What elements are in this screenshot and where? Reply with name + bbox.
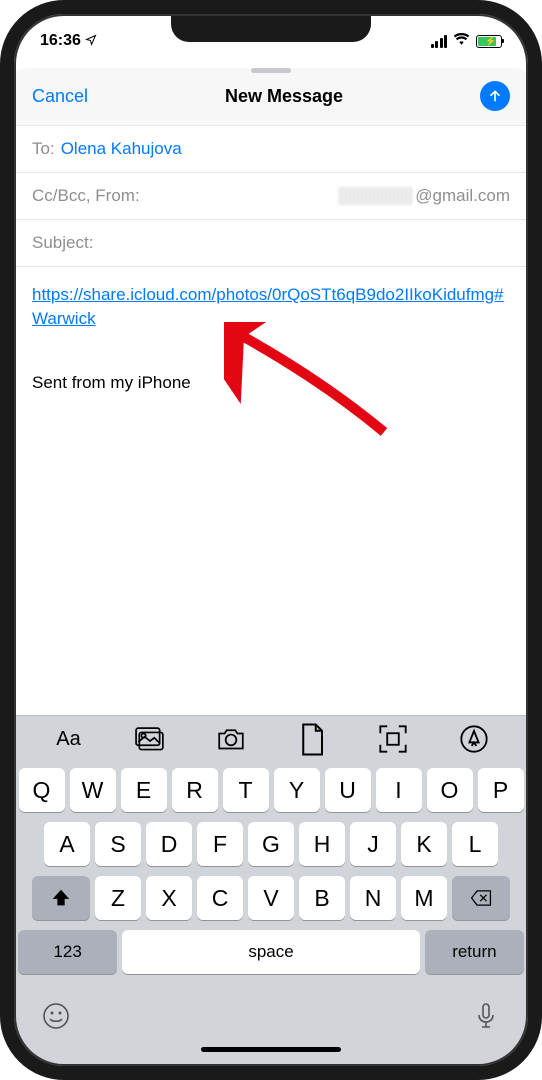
- key-u[interactable]: U: [325, 768, 371, 812]
- camera-icon[interactable]: [216, 726, 246, 752]
- key-g[interactable]: G: [248, 822, 294, 866]
- compose-sheet: Cancel New Message To: Olena Kahujova Cc…: [14, 68, 528, 547]
- ccbcc-from-label: Cc/Bcc, From:: [32, 186, 140, 206]
- key-h[interactable]: H: [299, 822, 345, 866]
- key-f[interactable]: F: [197, 822, 243, 866]
- from-suffix: @gmail.com: [415, 186, 510, 206]
- key-p[interactable]: P: [478, 768, 524, 812]
- keyboard-row-3: Z X C V B N M: [18, 876, 524, 920]
- key-z[interactable]: Z: [95, 876, 141, 920]
- send-button[interactable]: [480, 81, 510, 111]
- document-icon[interactable]: [297, 726, 327, 752]
- markup-icon[interactable]: [459, 726, 489, 752]
- to-label: To:: [32, 139, 55, 159]
- key-n[interactable]: N: [350, 876, 396, 920]
- backspace-key[interactable]: [452, 876, 510, 920]
- nav-header: Cancel New Message: [14, 73, 528, 126]
- key-q[interactable]: Q: [19, 768, 65, 812]
- to-field[interactable]: To: Olena Kahujova: [14, 126, 528, 173]
- to-value: Olena Kahujova: [61, 139, 182, 159]
- dictation-icon[interactable]: [472, 1002, 500, 1035]
- key-w[interactable]: W: [70, 768, 116, 812]
- scan-icon[interactable]: [378, 726, 408, 752]
- key-i[interactable]: I: [376, 768, 422, 812]
- key-x[interactable]: X: [146, 876, 192, 920]
- subject-label: Subject:: [32, 233, 93, 253]
- key-c[interactable]: C: [197, 876, 243, 920]
- key-v[interactable]: V: [248, 876, 294, 920]
- cellular-signal-icon: [431, 35, 448, 48]
- space-key[interactable]: space: [122, 930, 420, 974]
- location-icon: [85, 34, 97, 49]
- wifi-icon: [453, 32, 470, 50]
- emoji-icon[interactable]: [42, 1002, 70, 1035]
- key-j[interactable]: J: [350, 822, 396, 866]
- photo-library-icon[interactable]: [135, 726, 165, 752]
- home-indicator[interactable]: [201, 1047, 341, 1052]
- shift-key[interactable]: [32, 876, 90, 920]
- cancel-button[interactable]: Cancel: [32, 86, 88, 107]
- key-b[interactable]: B: [299, 876, 345, 920]
- subject-field[interactable]: Subject:: [14, 220, 528, 267]
- key-s[interactable]: S: [95, 822, 141, 866]
- key-m[interactable]: M: [401, 876, 447, 920]
- from-address-redacted: [338, 187, 413, 205]
- keyboard-row-1: Q W E R T Y U I O P: [18, 768, 524, 812]
- message-body[interactable]: https://share.icloud.com/photos/0rQoSTt6…: [14, 267, 528, 547]
- body-link[interactable]: https://share.icloud.com/photos/0rQoSTt6…: [32, 285, 504, 328]
- ccbcc-from-field[interactable]: Cc/Bcc, From: @gmail.com: [14, 173, 528, 220]
- key-k[interactable]: K: [401, 822, 447, 866]
- key-t[interactable]: T: [223, 768, 269, 812]
- numbers-key[interactable]: 123: [18, 930, 117, 974]
- status-time: 16:36: [40, 32, 81, 50]
- format-button[interactable]: Aa: [54, 726, 84, 752]
- battery-icon: ⚡: [476, 35, 502, 48]
- key-a[interactable]: A: [44, 822, 90, 866]
- key-e[interactable]: E: [121, 768, 167, 812]
- key-y[interactable]: Y: [274, 768, 320, 812]
- keyboard-row-2: A S D F G H J K L: [18, 822, 524, 866]
- return-key[interactable]: return: [425, 930, 524, 974]
- key-o[interactable]: O: [427, 768, 473, 812]
- key-d[interactable]: D: [146, 822, 192, 866]
- page-title: New Message: [225, 86, 343, 107]
- keyboard: Aa Q W E R T Y: [14, 715, 528, 1066]
- signature: Sent from my iPhone: [32, 371, 510, 395]
- key-l[interactable]: L: [452, 822, 498, 866]
- keyboard-toolbar: Aa: [14, 715, 528, 762]
- keyboard-row-4: 123 space return: [18, 930, 524, 974]
- key-r[interactable]: R: [172, 768, 218, 812]
